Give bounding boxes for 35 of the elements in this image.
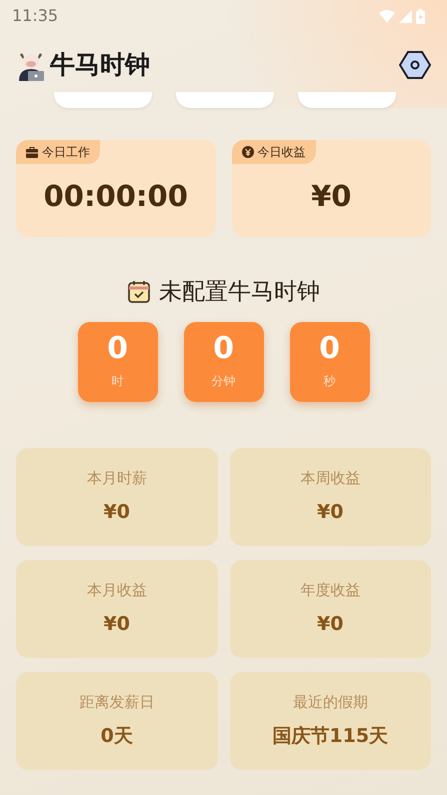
stat-value: ¥0 [104, 500, 130, 524]
briefcase-icon [26, 146, 38, 158]
stat-label: 最近的假期 [292, 692, 368, 713]
app-title: 牛马时钟 [50, 49, 150, 82]
yen-coin-icon [242, 146, 254, 158]
timer-unit: 秒 [324, 372, 336, 390]
status-time: 11:35 [12, 5, 58, 27]
timer-unit: 时 [112, 372, 124, 390]
card-value: ¥0 [311, 178, 352, 215]
stat-value: ¥0 [317, 612, 344, 636]
card-label: 今日工作 [42, 144, 90, 161]
tab-stub[interactable] [176, 92, 274, 108]
stat-label: 本月收益 [86, 580, 147, 601]
timer-value: 0 [319, 334, 340, 364]
battery-icon [416, 8, 425, 24]
card-value: 00:00:00 [44, 178, 188, 215]
signal-icon [399, 10, 412, 22]
card-label: 今日收益 [258, 144, 306, 161]
wifi-icon [379, 10, 395, 22]
timer-unit: 分钟 [212, 372, 236, 390]
stat-value: ¥0 [317, 500, 344, 524]
timer-value: 0 [107, 334, 128, 364]
stat-value: 0天 [100, 724, 133, 748]
stat-label: 本周收益 [300, 468, 360, 489]
tab-stub[interactable] [298, 92, 396, 108]
stat-label: 距离发薪日 [79, 692, 154, 713]
calendar-check-icon [127, 280, 151, 304]
stat-label: 年度收益 [300, 580, 360, 601]
stat-label: 本月时薪 [86, 468, 147, 489]
tab-stub[interactable] [54, 92, 152, 108]
timer-value: 0 [213, 334, 234, 364]
stat-value: 国庆节115天 [272, 724, 388, 748]
settings-button[interactable] [399, 51, 431, 79]
stat-value: ¥0 [104, 612, 130, 636]
clock-status-title: 未配置牛马时钟 [159, 278, 320, 307]
